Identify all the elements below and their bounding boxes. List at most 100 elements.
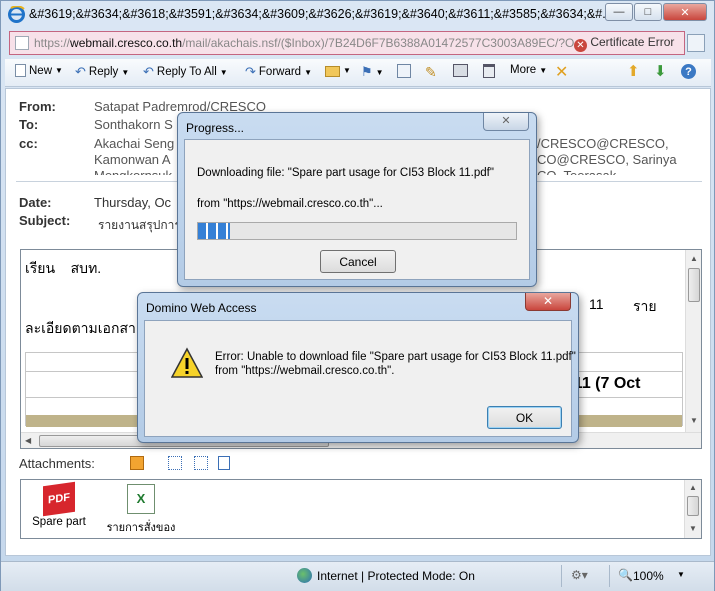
cancel-button[interactable]: Cancel (320, 250, 396, 273)
reply-icon: ↶ (75, 64, 86, 79)
follow-up-button[interactable]: ⚑ ▼ (361, 64, 384, 80)
cert-error-label: Certificate Error (590, 35, 675, 49)
cc-line-3: Mengkornsuk (94, 168, 172, 175)
reply-all-label: Reply To All (156, 66, 217, 78)
security-zone[interactable]: Internet | Protected Mode: On (317, 569, 475, 583)
body-rai: ราย (633, 298, 657, 314)
subject-value: รายงานสรุปการ (98, 218, 181, 232)
address-bar[interactable]: https://webmail.cresco.co.th/mail/akacha… (9, 31, 685, 55)
progress-dialog-close-button[interactable]: ✕ (483, 113, 529, 131)
more-label: More (510, 64, 537, 76)
cc-line-1-tail: /CRESCO@CRESCO, (537, 136, 669, 151)
body-greeting: เรียน สบท. (25, 260, 102, 276)
view-list-icon[interactable] (194, 456, 208, 470)
url-path: /mail/akachais.nsf/($Inbox)/7B24D6F7B638… (182, 36, 574, 50)
chevron-down-icon: ▼ (219, 67, 228, 77)
chevron-down-icon: ▼ (55, 66, 63, 75)
attachment-name: Spare part (32, 516, 86, 528)
scroll-up-icon[interactable]: ▲ (689, 483, 697, 492)
url-prefix: https:// (34, 36, 71, 50)
download-progress-bar (197, 222, 517, 240)
zoom-level[interactable]: 100% (633, 569, 664, 583)
error-dialog-title: Domino Web Access (146, 301, 257, 315)
excel-icon: X (127, 484, 155, 514)
to-label: To: (19, 117, 39, 132)
protected-mode-icon[interactable]: ⚙▾ (571, 568, 588, 582)
attachments-box: PDF Spare part X รายการสั่งของ ▲ ▼ (20, 479, 702, 539)
chevron-down-icon: ▼ (121, 67, 130, 77)
chevron-down-icon: ▼ (375, 67, 384, 77)
url-text[interactable]: https://webmail.cresco.co.th/mail/akacha… (34, 36, 574, 50)
status-divider (561, 565, 562, 587)
cc-label: cc: (19, 136, 38, 151)
scroll-up-icon[interactable]: ▲ (690, 254, 698, 263)
body-number: 11 (589, 296, 604, 312)
cc-line-2: Kamonwan A (94, 152, 171, 167)
ie-icon (8, 5, 25, 23)
certificate-error[interactable]: ✕ Certificate Error (574, 35, 674, 52)
folder-button[interactable]: ▼ (325, 64, 351, 77)
attachments-scrollbar[interactable]: ▲ ▼ (684, 480, 701, 538)
zoom-icon: 🔍 (618, 568, 633, 582)
progress-file-text: Downloading file: "Spare part usage for … (197, 167, 494, 179)
error-dialog: Domino Web Access ✕ Error: Unable to dow… (137, 292, 579, 443)
progress-fill (198, 223, 230, 239)
new-label: New (29, 64, 53, 77)
date-label: Date: (19, 195, 52, 210)
chevron-down-icon[interactable]: ▼ (677, 570, 685, 579)
next-arrow-icon[interactable]: ⬇ (654, 62, 667, 80)
error-dialog-body: Error: Unable to download file "Spare pa… (144, 320, 576, 437)
compatibility-icon[interactable] (687, 34, 705, 52)
cc-line-2-tail: CO@CRESCO, Sarinya (537, 152, 677, 167)
body-vertical-scrollbar[interactable]: ▲ ▼ (685, 250, 701, 432)
attachment-name: รายการสั่งของ (106, 522, 176, 534)
forward-icon: ↷ (245, 64, 256, 79)
scroll-down-icon[interactable]: ▼ (690, 416, 698, 425)
print-icon[interactable] (453, 64, 468, 77)
forward-button[interactable]: ↷ Forward ▼ (245, 64, 312, 80)
more-button[interactable]: More ▼ (510, 64, 547, 76)
cert-error-icon: ✕ (574, 39, 587, 52)
progress-source-text: from "https://webmail.cresco.co.th"... (197, 198, 383, 210)
cc-line-1: Akachai Seng (94, 136, 175, 151)
edit-icon[interactable]: ✎ (425, 64, 437, 81)
attachment-item[interactable]: PDF Spare part (29, 481, 89, 528)
page-icon (15, 36, 29, 50)
copy-into-icon[interactable] (397, 64, 411, 78)
maximize-button[interactable]: □ (634, 3, 662, 21)
reply-all-icon: ↶ (143, 64, 154, 79)
window-title: &#3619;&#3634;&#3618;&#3591;&#3634;&#360… (29, 7, 609, 21)
scroll-thumb[interactable] (688, 268, 700, 302)
reply-button[interactable]: ↶ Reply ▼ (75, 64, 129, 80)
attachments-label: Attachments: (19, 456, 95, 471)
date-value: Thursday, Oc (94, 195, 172, 210)
body-line-2: ละเอียดตามเอกสา (25, 320, 136, 336)
status-bar: Internet | Protected Mode: On ⚙▾ 🔍 100% … (1, 561, 714, 591)
mail-toolbar: New ▼ ↶ Reply ▼ ↶ Reply To All ▼ ↷ Forward ▼… (5, 59, 711, 87)
chevron-down-icon: ▼ (304, 67, 313, 77)
scroll-thumb[interactable] (687, 496, 699, 516)
globe-icon (297, 568, 312, 583)
reply-all-button[interactable]: ↶ Reply To All ▼ (143, 64, 228, 80)
previous-arrow-icon[interactable]: ⬆ (627, 62, 640, 80)
ok-button[interactable]: OK (487, 406, 562, 429)
folder-icon (325, 66, 340, 77)
close-doc-icon[interactable]: ✕ (555, 62, 568, 82)
new-button[interactable]: New ▼ (15, 64, 63, 77)
help-icon[interactable]: ? (681, 64, 696, 79)
scroll-left-icon[interactable]: ◀ (25, 436, 31, 445)
attachment-item[interactable]: X รายการสั่งของ (101, 484, 181, 536)
close-button[interactable]: ✕ (663, 3, 707, 21)
forward-label: Forward (258, 66, 302, 78)
error-dialog-close-button[interactable]: ✕ (525, 293, 571, 311)
title-bar: &#3619;&#3634;&#3618;&#3591;&#3634;&#360… (1, 1, 714, 29)
trash-icon[interactable] (483, 64, 495, 78)
view-icons-icon[interactable] (168, 456, 182, 470)
status-divider (609, 565, 610, 587)
minimize-button[interactable]: — (605, 3, 633, 21)
scroll-down-icon[interactable]: ▼ (689, 524, 697, 533)
to-value: Sonthakorn S (94, 117, 173, 132)
view-details-icon[interactable] (218, 456, 230, 470)
chevron-down-icon: ▼ (539, 65, 548, 75)
save-attachments-icon[interactable] (130, 456, 144, 470)
